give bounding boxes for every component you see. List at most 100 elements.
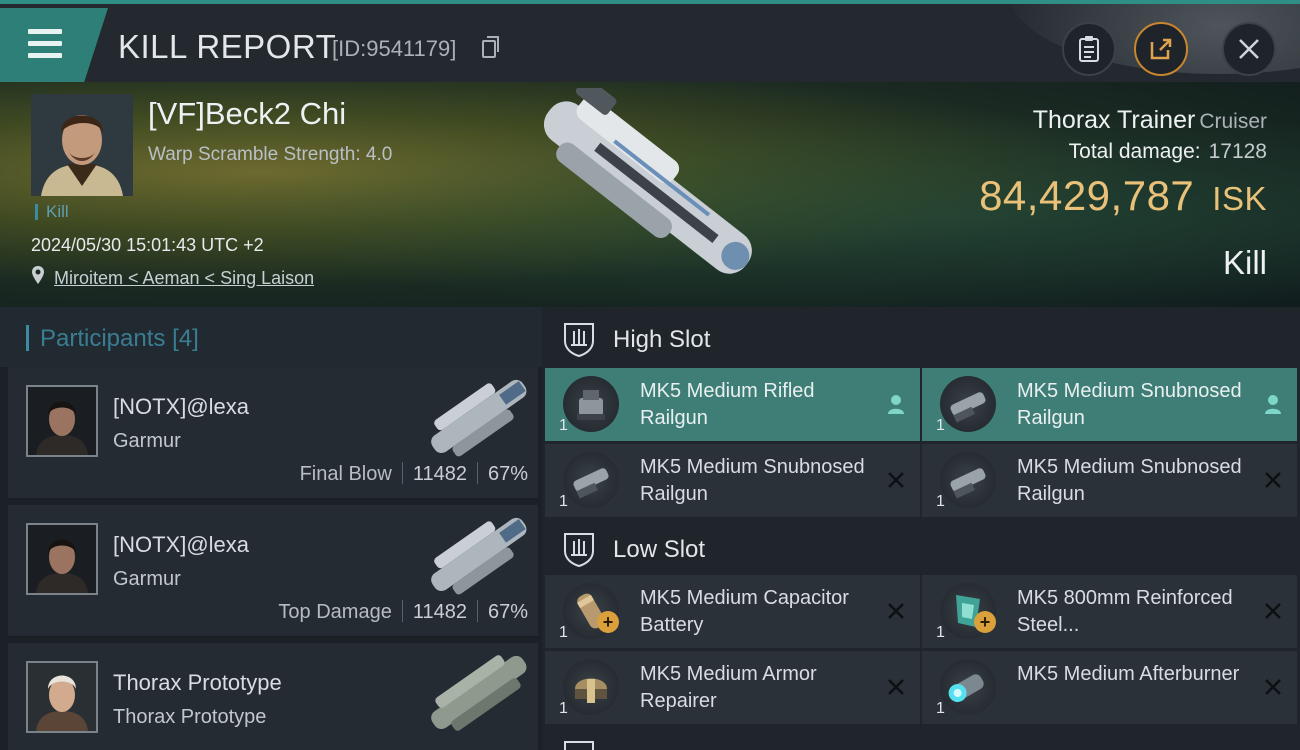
module-item[interactable]: 1 MK5 Medium Snubnosed Railgun bbox=[545, 444, 920, 517]
stat-divider bbox=[476, 600, 478, 622]
close-button[interactable] bbox=[1222, 22, 1276, 76]
total-damage-label: Total damage: bbox=[1068, 140, 1201, 163]
module-quantity: 1 bbox=[936, 700, 945, 717]
participant-avatar bbox=[28, 525, 96, 593]
participant-ship-image bbox=[431, 517, 527, 595]
module-quantity: 1 bbox=[559, 493, 568, 510]
railgun-icon bbox=[563, 452, 619, 508]
location-pin-icon bbox=[32, 266, 44, 284]
destroyed-x-icon bbox=[884, 675, 908, 699]
participant-row[interactable]: Thorax Prototype Thorax Prototype bbox=[8, 643, 538, 750]
clipboard-icon bbox=[1079, 36, 1099, 62]
module-quantity: 1 bbox=[936, 493, 945, 510]
stat-divider bbox=[476, 462, 478, 484]
participant-ship-image bbox=[431, 655, 527, 731]
header-bar: KILL REPORT [ID:9541179] bbox=[0, 0, 1300, 82]
module-item[interactable]: + 1 MK5 Medium Capacitor Battery bbox=[545, 575, 920, 648]
module-name: MK5 Medium Rifled Railgun bbox=[640, 380, 815, 429]
fitted-status-icon bbox=[884, 392, 908, 416]
warp-scramble-strength: Warp Scramble Strength: 4.0 bbox=[148, 144, 393, 165]
total-damage-value: 17128 bbox=[1208, 140, 1267, 163]
participant-name[interactable]: [NOTX]@lexa bbox=[113, 532, 249, 558]
victim-avatar bbox=[31, 94, 133, 196]
fitting-panel: High Slot 1 MK5 Medium Rifled Railgun 1 … bbox=[542, 307, 1300, 750]
isk-amount: 84,429,787 bbox=[979, 172, 1195, 219]
isk-unit: ISK bbox=[1212, 180, 1267, 217]
module-item[interactable]: 1 MK5 Medium Snubnosed Railgun bbox=[922, 368, 1297, 441]
high-slot-icon bbox=[564, 323, 594, 357]
participant-portrait[interactable] bbox=[26, 661, 98, 733]
menu-icon-line bbox=[28, 41, 62, 46]
kill-tag: Kill bbox=[35, 203, 69, 220]
participant-row[interactable]: [NOTX]@lexa Garmur Top Damage 11482 67% bbox=[8, 505, 538, 638]
participant-ship: Garmur bbox=[113, 430, 181, 452]
participants-label: Participants bbox=[40, 325, 166, 352]
participant-name[interactable]: Thorax Prototype bbox=[113, 670, 282, 696]
share-icon bbox=[1150, 38, 1172, 60]
menu-icon-line bbox=[28, 53, 62, 58]
location-link[interactable]: Miroitem < Aeman < Sing Laison bbox=[54, 268, 314, 289]
module-quantity: 1 bbox=[936, 417, 945, 434]
clipboard-button[interactable] bbox=[1062, 22, 1116, 76]
total-damage: Total damage: 17128 bbox=[1069, 140, 1267, 164]
ship-name-text[interactable]: Thorax Trainer bbox=[1033, 106, 1196, 134]
low-slot-title: Low Slot bbox=[613, 536, 706, 563]
railgun-icon bbox=[940, 376, 996, 432]
participant-stats: Final Blow 11482 67% bbox=[300, 462, 528, 486]
menu-button[interactable] bbox=[0, 8, 108, 82]
kill-id: [ID:9541179] bbox=[332, 36, 457, 61]
participant-avatar bbox=[28, 387, 96, 455]
participant-ship: Garmur bbox=[113, 568, 181, 590]
module-quantity: 1 bbox=[559, 624, 568, 641]
participant-avatar bbox=[28, 663, 96, 731]
high-slot-title: High Slot bbox=[613, 326, 711, 353]
victim-portrait[interactable] bbox=[31, 94, 133, 196]
afterburner-icon bbox=[940, 659, 996, 715]
participants-panel: Participants [4] [NOTX]@lexa Garmur Fina bbox=[0, 307, 542, 750]
menu-icon bbox=[28, 29, 62, 34]
participant-percent: 67% bbox=[487, 463, 528, 485]
module-name: MK5 800mm Reinforced Steel... bbox=[1017, 587, 1233, 636]
participant-portrait[interactable] bbox=[26, 523, 98, 595]
copy-icon[interactable] bbox=[482, 36, 499, 58]
module-name: MK5 Medium Capacitor Battery bbox=[640, 587, 849, 636]
destroyed-x-icon bbox=[884, 468, 908, 492]
plus-badge-icon: + bbox=[974, 611, 996, 633]
destroyed-x-icon bbox=[1261, 599, 1285, 623]
module-item[interactable]: + 1 MK5 800mm Reinforced Steel... bbox=[922, 575, 1297, 648]
ship-class: Cruiser bbox=[1199, 110, 1267, 133]
participant-name[interactable]: [NOTX]@lexa bbox=[113, 394, 249, 420]
participant-portrait[interactable] bbox=[26, 385, 98, 457]
module-item[interactable]: 1 MK5 Medium Armor Repairer bbox=[545, 651, 920, 724]
kill-result: Kill bbox=[1222, 244, 1267, 281]
railgun-icon bbox=[940, 452, 996, 508]
low-slot-header: Low Slot bbox=[542, 517, 1300, 579]
top-damage-label: Top Damage bbox=[278, 601, 392, 623]
fitted-status-icon bbox=[1261, 392, 1285, 416]
low-slot-icon bbox=[564, 533, 594, 567]
participants-header: Participants [4] bbox=[0, 307, 542, 367]
plus-badge-icon: + bbox=[597, 611, 619, 633]
victim-ship-name: Thorax Trainer Cruiser bbox=[1033, 106, 1267, 135]
victim-panel: [VF]Beck2 Chi Warp Scramble Strength: 4.… bbox=[0, 82, 1300, 307]
module-item[interactable]: 1 MK5 Medium Afterburner bbox=[922, 651, 1297, 724]
participant-damage: 11482 bbox=[412, 601, 467, 623]
participants-title: Participants [4] bbox=[40, 325, 199, 353]
module-name: MK5 Medium Snubnosed Railgun bbox=[1017, 380, 1242, 429]
page-title: KILL REPORT bbox=[118, 28, 337, 65]
participant-damage: 11482 bbox=[412, 463, 467, 485]
victim-ship-image bbox=[543, 88, 752, 274]
module-name: MK5 Medium Afterburner bbox=[1017, 663, 1240, 685]
module-item[interactable]: 1 MK5 Medium Snubnosed Railgun bbox=[922, 444, 1297, 517]
module-quantity: 1 bbox=[559, 417, 568, 434]
participant-ship: Thorax Prototype bbox=[113, 706, 267, 728]
module-item[interactable]: 1 MK5 Medium Rifled Railgun bbox=[545, 368, 920, 441]
participant-ship-image bbox=[431, 379, 527, 457]
participant-row[interactable]: [NOTX]@lexa Garmur Final Blow 11482 67% bbox=[8, 367, 538, 500]
participant-stats: Top Damage 11482 67% bbox=[278, 600, 528, 624]
stat-divider bbox=[401, 600, 403, 622]
module-name: MK5 Medium Armor Repairer bbox=[640, 663, 817, 712]
share-button[interactable] bbox=[1134, 22, 1188, 76]
victim-name[interactable]: [VF]Beck2 Chi bbox=[148, 96, 346, 132]
railgun-icon bbox=[563, 376, 619, 432]
